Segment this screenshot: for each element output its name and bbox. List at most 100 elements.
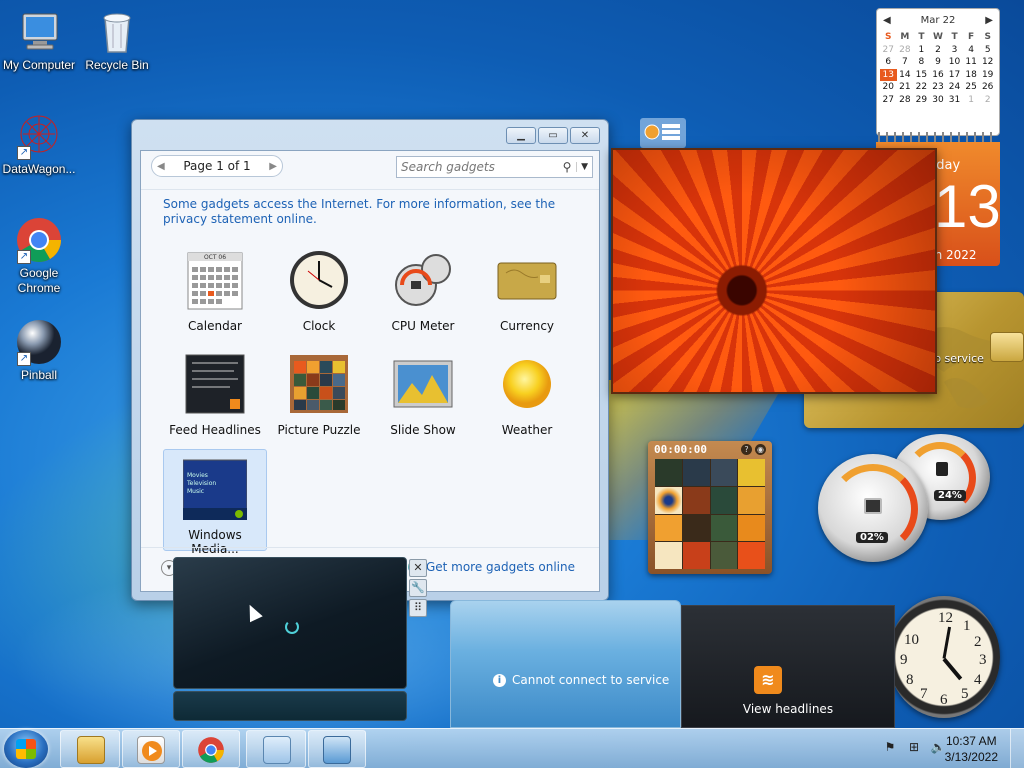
puzzle-tile[interactable]	[682, 542, 710, 569]
calendar-day[interactable]: 30	[930, 94, 947, 107]
calendar-day[interactable]: 17	[946, 69, 963, 82]
puzzle-tile[interactable]	[710, 542, 738, 569]
gadget-item-windows-media[interactable]: Movies Television Music Windows Media...	[163, 449, 267, 556]
calendar-day[interactable]: 26	[979, 81, 996, 94]
desktop-icon-datawagon[interactable]: ↗ DataWagon...	[0, 112, 78, 177]
start-button[interactable]	[4, 730, 48, 768]
calendar-day[interactable]: 2	[930, 44, 947, 57]
cpu-meter-gadget[interactable]: 24% 02%	[818, 434, 990, 562]
privacy-info-link[interactable]: Some gadgets access the Internet. For mo…	[163, 197, 573, 227]
calendar-day[interactable]: 8	[913, 56, 930, 69]
puzzle-tile[interactable]	[655, 459, 682, 486]
taskbar-chrome-button[interactable]	[182, 730, 240, 768]
gadget-item-clock[interactable]: Clock	[267, 241, 371, 343]
drag-handle-icon[interactable]: ⠿	[409, 599, 427, 617]
slide-show-gadget[interactable]	[611, 148, 937, 394]
calendar-day[interactable]: 1	[963, 94, 980, 107]
clock-gadget[interactable]: 12 1 2 3 4 5 6 7 8 9 10	[888, 596, 1000, 718]
gadget-toolbar[interactable]	[640, 118, 686, 148]
desktop-icon-google-chrome[interactable]: ↗ Google Chrome	[0, 216, 78, 296]
previous-month-icon[interactable]: ◀	[883, 15, 891, 26]
weather-gadget[interactable]: i Cannot connect to service	[450, 600, 681, 728]
puzzle-tiles[interactable]	[655, 459, 765, 569]
network-icon[interactable]: ⊞	[906, 739, 922, 755]
calendar-day[interactable]: 28	[897, 44, 914, 57]
help-icon[interactable]: ?	[741, 444, 752, 455]
view-headlines-link[interactable]: View headlines	[682, 702, 894, 716]
puzzle-tile[interactable]	[655, 486, 682, 514]
calendar-day[interactable]: 20	[880, 81, 897, 94]
puzzle-tile[interactable]	[655, 514, 682, 542]
puzzle-tile[interactable]	[682, 486, 710, 514]
calendar-day[interactable]: 24	[946, 81, 963, 94]
windows-media-bar[interactable]	[173, 691, 407, 721]
puzzle-tile[interactable]	[682, 514, 710, 542]
puzzle-tile[interactable]	[738, 542, 765, 569]
puzzle-tile[interactable]	[710, 459, 738, 486]
puzzle-tile[interactable]	[738, 514, 765, 542]
calendar-day[interactable]: 12	[979, 56, 996, 69]
calendar-day[interactable]: 11	[963, 56, 980, 69]
gadget-item-currency[interactable]: Currency	[475, 241, 579, 343]
volume-icon[interactable]: 🔈	[930, 739, 946, 755]
calendar-day[interactable]: 27	[880, 44, 897, 57]
calendar-day[interactable]: 25	[963, 81, 980, 94]
calendar-day[interactable]: 7	[897, 56, 914, 69]
taskbar-gadgets-button[interactable]	[246, 730, 306, 768]
puzzle-tile[interactable]	[710, 486, 738, 514]
gadget-item-cpu-meter[interactable]: CPU Meter	[371, 241, 475, 343]
desktop-icon-recycle-bin[interactable]: Recycle Bin	[78, 8, 156, 73]
feed-headlines-gadget[interactable]: ≋ View headlines	[681, 605, 895, 728]
next-page-button[interactable]: ▶	[269, 161, 277, 172]
desktop-icon-pinball[interactable]: ↗ Pinball	[0, 318, 78, 383]
calendar-day[interactable]: 16	[930, 69, 947, 82]
close-gadget-icon[interactable]: ✕	[409, 559, 427, 577]
close-button[interactable]: ✕	[570, 127, 600, 144]
calendar-day[interactable]: 29	[913, 94, 930, 107]
puzzle-tile[interactable]	[682, 459, 710, 486]
chevron-down-icon[interactable]: ▼	[576, 162, 588, 172]
calendar-day[interactable]: 5	[979, 44, 996, 57]
calendar-day-today[interactable]: 13	[880, 68, 897, 81]
gadget-item-feed-headlines[interactable]: Feed Headlines	[163, 345, 267, 447]
taskbar-media-player-button[interactable]	[122, 730, 180, 768]
show-desktop-button[interactable]	[1010, 729, 1024, 768]
next-month-icon[interactable]: ▶	[985, 15, 993, 26]
calendar-day[interactable]: 2	[979, 94, 996, 107]
taskbar-clock[interactable]: 10:37 AM 3/13/2022	[945, 733, 998, 765]
gadget-item-calendar[interactable]: OCT 06 Calendar	[163, 241, 267, 343]
desktop-icon-my-computer[interactable]: My Computer	[0, 8, 78, 73]
taskbar-remote-desktop-button[interactable]	[308, 730, 366, 768]
calendar-day[interactable]: 23	[930, 81, 947, 94]
calendar-day[interactable]: 6	[880, 56, 897, 69]
calendar-day[interactable]: 10	[946, 56, 963, 69]
calendar-day[interactable]: 19	[979, 69, 996, 82]
calendar-day[interactable]: 31	[946, 94, 963, 107]
puzzle-tile[interactable]	[738, 459, 765, 486]
pause-icon[interactable]: ◉	[755, 444, 766, 455]
calendar-day[interactable]: 18	[963, 69, 980, 82]
gadget-item-slide-show[interactable]: Slide Show	[371, 345, 475, 447]
taskbar-explorer-button[interactable]	[60, 730, 120, 768]
gadget-item-picture-puzzle[interactable]: Picture Puzzle	[267, 345, 371, 447]
get-more-gadgets-link[interactable]: Get more gadgets online	[407, 560, 575, 574]
calendar-day[interactable]: 4	[963, 44, 980, 57]
calendar-day[interactable]: 27	[880, 94, 897, 107]
calendar-day[interactable]: 15	[913, 69, 930, 82]
maximize-button[interactable]: ▭	[538, 127, 568, 144]
puzzle-tile[interactable]	[738, 486, 765, 514]
minimize-button[interactable]: ▁	[506, 127, 536, 144]
search-icon[interactable]: ⚲	[558, 160, 576, 174]
calendar-day[interactable]: 1	[913, 44, 930, 57]
gadget-item-weather[interactable]: Weather	[475, 345, 579, 447]
search-gadgets-input[interactable]: Search gadgets ⚲ ▼	[396, 156, 593, 178]
calendar-day[interactable]: 21	[897, 81, 914, 94]
calendar-day[interactable]: 28	[897, 94, 914, 107]
picture-puzzle-gadget[interactable]: 00:00:00 ? ◉	[648, 441, 772, 574]
calendar-day[interactable]: 14	[897, 69, 914, 82]
action-center-flag-icon[interactable]: ⚑	[882, 739, 898, 755]
calendar-day[interactable]: 3	[946, 44, 963, 57]
puzzle-tile[interactable]	[655, 542, 682, 569]
windows-media-gadget[interactable]	[173, 557, 407, 723]
previous-page-button[interactable]: ◀	[157, 161, 165, 172]
